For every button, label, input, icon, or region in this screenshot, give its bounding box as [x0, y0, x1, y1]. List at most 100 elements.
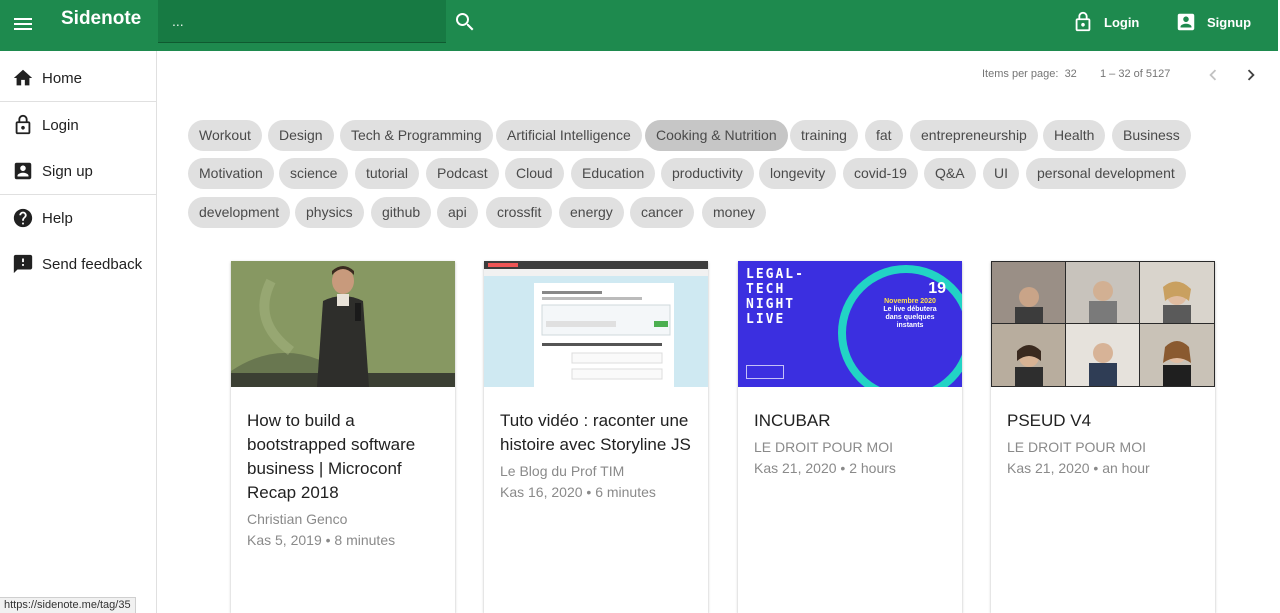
card-thumbnail [991, 261, 1215, 387]
search-box [158, 0, 446, 43]
card-author: LE DROIT POUR MOI [1007, 439, 1146, 455]
sidebar: Home Login Sign up Help Send feedback [0, 51, 157, 613]
tag-chip[interactable]: personal development [1026, 158, 1186, 189]
sidebar-item-label: Send feedback [42, 255, 143, 273]
tag-chip[interactable]: physics [295, 197, 364, 228]
tag-chip[interactable]: Business [1112, 120, 1191, 151]
tag-chip[interactable]: Q&A [924, 158, 976, 189]
legaltech-heading: LEGAL- TECH NIGHT LIVE [746, 267, 805, 327]
legaltech-note: Le live débutera [883, 306, 937, 313]
legaltech-month: Novembre 2020 [884, 298, 936, 305]
card-meta: Kas 21, 2020 • an hour [1007, 460, 1150, 476]
tag-chip[interactable]: Design [268, 120, 334, 151]
search-icon[interactable] [453, 10, 477, 34]
menu-icon[interactable] [11, 12, 35, 36]
legaltech-logo [746, 365, 784, 379]
card-author: LE DROIT POUR MOI [754, 439, 893, 455]
chevron-right-icon[interactable] [1240, 64, 1262, 86]
sidebar-item-send-feedback[interactable]: Send feedback [0, 241, 156, 287]
items-per-page-value: 32 [1064, 68, 1077, 80]
tag-chip[interactable]: Motivation [188, 158, 274, 189]
brand-title[interactable]: Sidenote [61, 8, 141, 30]
lock-icon [15, 114, 31, 135]
signup-button[interactable]: Signup [1175, 9, 1251, 35]
card-thumbnail: LEGAL- TECH NIGHT LIVE 19 Novembre 2020 … [738, 261, 962, 387]
legaltech-line: NIGHT [746, 297, 796, 312]
card-content: PSEUD V4 LE DROIT POUR MOI Kas 21, 2020 … [1007, 409, 1203, 479]
legaltech-line: LIVE [746, 312, 786, 327]
chevron-left-icon[interactable] [1202, 64, 1224, 86]
sidebar-item-help[interactable]: Help [0, 195, 156, 241]
article-card[interactable]: Tuto vidéo : raconter une histoire avec … [484, 261, 708, 613]
card-title: PSEUD V4 [1007, 411, 1092, 430]
tag-chip[interactable]: entrepreneurship [910, 120, 1038, 151]
card-content: How to build a bootstrapped software bus… [247, 409, 443, 551]
tag-chip[interactable]: Podcast [426, 158, 499, 189]
signup-label: Signup [1207, 14, 1252, 30]
card-author: Christian Genco [247, 511, 348, 527]
tag-chip[interactable]: energy [559, 197, 624, 228]
lock-icon [1075, 11, 1091, 32]
sidebar-item-signup[interactable]: Sign up [0, 148, 156, 194]
sidebar-item-label: Help [42, 209, 73, 227]
tag-chip[interactable]: money [702, 197, 767, 228]
tag-chip[interactable]: Artificial Intelligence [496, 120, 642, 151]
tag-chip[interactable]: productivity [661, 158, 754, 189]
home-icon [13, 69, 33, 86]
article-card[interactable]: How to build a bootstrapped software bus… [231, 261, 455, 613]
screenshot-tutorial-image [484, 261, 708, 387]
card-author: Le Blog du Prof TIM [500, 463, 625, 479]
tag-chip[interactable]: Cloud [505, 158, 564, 189]
status-bar-url: https://sidenote.me/tag/35 [0, 597, 136, 613]
article-card[interactable]: LEGAL- TECH NIGHT LIVE 19 Novembre 2020 … [738, 261, 962, 613]
tag-chip[interactable]: fat [865, 120, 903, 151]
items-per-page-label: Items per page: [982, 68, 1059, 80]
card-title: How to build a bootstrapped software bus… [247, 411, 416, 502]
login-label: Login [1104, 14, 1140, 30]
video-call-grid-image [991, 261, 1215, 387]
card-content: INCUBAR LE DROIT POUR MOI Kas 21, 2020 •… [754, 409, 950, 479]
tag-chip[interactable]: github [371, 197, 432, 228]
sidebar-item-label: Home [42, 69, 83, 87]
sidebar-item-label: Login [42, 116, 79, 134]
card-content: Tuto vidéo : raconter une histoire avec … [500, 409, 696, 503]
login-button[interactable]: Login [1072, 9, 1139, 35]
tag-chip[interactable]: Education [571, 158, 656, 189]
tag-chip[interactable]: UI [983, 158, 1019, 189]
legaltech-note: dans quelques [885, 314, 935, 321]
tag-chip[interactable]: training [790, 120, 858, 151]
tag-chip[interactable]: Workout [188, 120, 262, 151]
items-per-page[interactable]: Items per page: 32 [982, 68, 1077, 80]
sidebar-item-login[interactable]: Login [0, 102, 156, 148]
account-box-icon [14, 162, 32, 180]
speaker-stage-image [231, 261, 455, 387]
paginator: Items per page: 32 1 – 32 of 5127 [170, 51, 1268, 99]
tag-chip[interactable]: api [437, 197, 478, 228]
page-range: 1 – 32 of 5127 [1100, 68, 1171, 80]
card-thumbnail [231, 261, 455, 387]
card-meta: Kas 5, 2019 • 8 minutes [247, 532, 396, 548]
tag-chip[interactable]: development [188, 197, 291, 228]
legaltech-date: 19 Novembre 2020 Le live débutera dans q… [858, 281, 962, 330]
help-icon [13, 208, 33, 228]
top-app-bar: Sidenote Login Signup [0, 0, 1278, 51]
tag-chip[interactable]: Health [1043, 120, 1106, 151]
tag-chip[interactable]: cancer [630, 197, 695, 228]
legaltech-line: LEGAL- [746, 267, 805, 282]
search-input[interactable] [158, 0, 446, 42]
feedback-icon [13, 254, 33, 274]
article-card[interactable]: PSEUD V4 LE DROIT POUR MOI Kas 21, 2020 … [991, 261, 1215, 613]
tag-chip[interactable]: crossfit [486, 197, 553, 228]
tag-chip[interactable]: covid-19 [843, 158, 918, 189]
tag-chip[interactable]: science [279, 158, 349, 189]
tag-chip-active[interactable]: Cooking & Nutrition [645, 120, 788, 151]
card-meta: Kas 16, 2020 • 6 minutes [500, 484, 656, 500]
tag-chip[interactable]: Tech & Programming [340, 120, 493, 151]
tag-chip[interactable]: tutorial [355, 158, 420, 189]
legaltech-line: TECH [746, 282, 786, 297]
card-title: INCUBAR [754, 411, 831, 430]
account-box-icon [1177, 13, 1195, 31]
card-title: Tuto vidéo : raconter une histoire avec … [500, 411, 691, 454]
tag-chip[interactable]: longevity [759, 158, 837, 189]
sidebar-item-home[interactable]: Home [0, 55, 156, 101]
